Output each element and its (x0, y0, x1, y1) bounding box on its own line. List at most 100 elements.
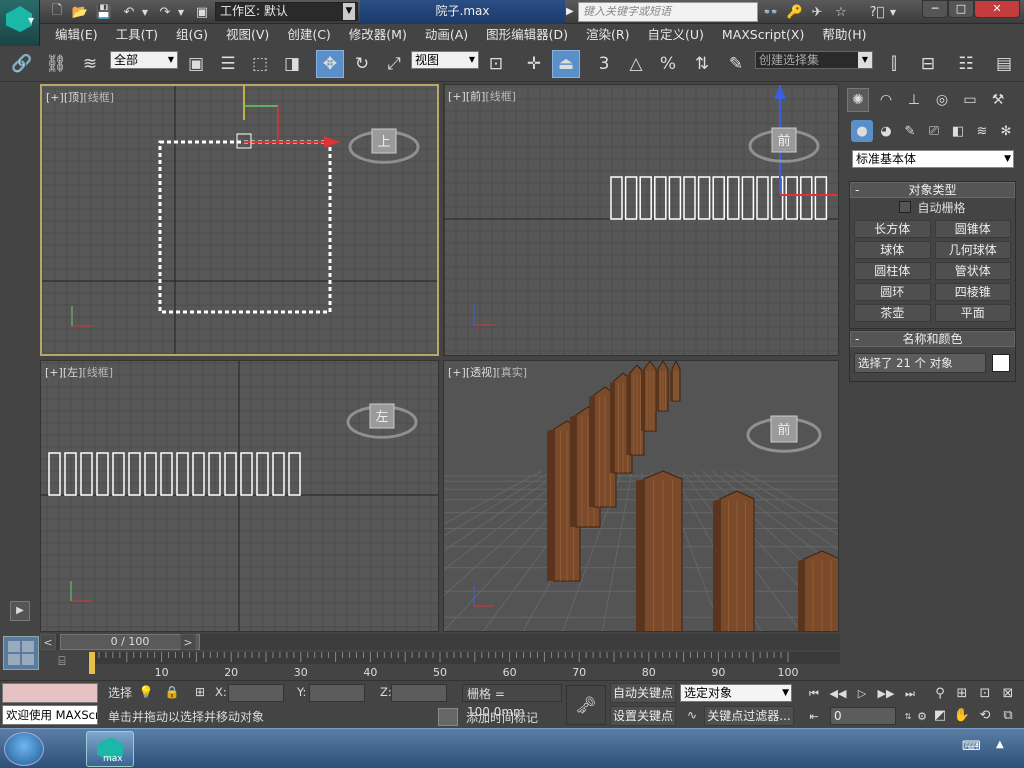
window-crossing-icon[interactable]: ◨ (278, 50, 306, 78)
cameras-icon[interactable]: ⎚ (923, 120, 945, 142)
mirror-icon[interactable]: ⫿ (880, 50, 908, 78)
keyboard-icon[interactable]: ⌨ (962, 739, 981, 754)
close-button[interactable]: ✕ (974, 0, 1020, 18)
viewport-plus-menu[interactable]: [+] (46, 91, 64, 104)
viewport-front[interactable]: 前 [+][前][线框] (443, 84, 839, 356)
geometry-icon[interactable]: ● (851, 120, 873, 142)
reference-coordinate-select[interactable]: 视图 ▼ (411, 51, 479, 69)
autogrid-checkbox[interactable]: 自动栅格 (850, 198, 1015, 216)
menu-maxscript[interactable]: MAXScript(X) (713, 24, 813, 46)
open-file-icon[interactable]: 📂 (71, 3, 89, 21)
keyboard-shortcut-override-icon[interactable]: ⏏ (552, 50, 580, 78)
help-icon[interactable]: ?⃝ (866, 3, 888, 21)
menu-tools[interactable]: 工具(T) (107, 24, 167, 46)
shapes-icon[interactable]: ◕ (875, 120, 897, 142)
teapot-button[interactable]: 茶壶 (854, 304, 931, 322)
workspace-select[interactable]: 工作区: 默认 ▼ (215, 2, 358, 21)
save-icon[interactable]: 💾 (95, 3, 113, 21)
viewport-plus-menu[interactable]: [+] (448, 90, 466, 103)
current-frame-field[interactable]: 0 (830, 707, 896, 725)
menu-views[interactable]: 视图(V) (217, 24, 278, 46)
graphite-ribbon-icon[interactable]: ▤ (990, 50, 1018, 78)
cylinder-button[interactable]: 圆柱体 (854, 262, 931, 280)
rectangular-selection-icon[interactable]: ⬚ (246, 50, 274, 78)
time-prev-icon[interactable]: < (40, 634, 56, 650)
play-icon[interactable]: ▷ (852, 684, 872, 704)
communication-center-icon[interactable]: ✈ (808, 3, 826, 21)
time-next-icon[interactable]: > (180, 634, 196, 650)
select-and-rotate-icon[interactable]: ↻ (348, 50, 376, 78)
percent-snap-icon[interactable]: % (654, 50, 682, 78)
undo-dropdown-icon[interactable]: ▼ (140, 3, 150, 21)
help-dropdown-icon[interactable]: ▼ (888, 3, 898, 21)
select-object-icon[interactable]: ▣ (182, 50, 210, 78)
viewport-layout-icon[interactable] (3, 636, 39, 670)
hierarchy-tab-icon[interactable]: ⊥ (903, 88, 925, 112)
taskbar-3dsmax-button[interactable]: max (86, 731, 134, 767)
viewport-label[interactable]: [+][左][线框] (45, 364, 113, 380)
viewport-pov-menu[interactable]: [透视] (466, 366, 497, 379)
menu-customize[interactable]: 自定义(U) (639, 24, 713, 46)
search-expand-icon[interactable]: ▶ (566, 3, 578, 21)
cone-button[interactable]: 圆锥体 (934, 220, 1011, 238)
manipulate-icon[interactable]: ✛ (520, 50, 548, 78)
search-input[interactable]: 键入关键字或短语 (578, 2, 758, 22)
zoom-extents-all-icon[interactable]: ⊠ (998, 684, 1018, 704)
viewport-shading-menu[interactable]: [线框] (485, 90, 516, 103)
menu-group[interactable]: 组(G) (167, 24, 217, 46)
pivot-center-icon[interactable]: ⊡ (482, 50, 510, 78)
project-folder-icon[interactable]: ▣ (193, 3, 211, 21)
layer-manager-icon[interactable]: ☷ (952, 50, 980, 78)
menu-help[interactable]: 帮助(H) (813, 24, 875, 46)
auto-key-button[interactable]: 自动关键点 (610, 683, 676, 703)
tube-button[interactable]: 管状体 (934, 262, 1011, 280)
named-selection-sets-select[interactable]: 创建选择集 ▼ (755, 51, 873, 69)
align-icon[interactable]: ⊟ (914, 50, 942, 78)
tray-arrow-icon[interactable]: ▲ (996, 739, 1004, 750)
sphere-button[interactable]: 球体 (854, 241, 931, 259)
systems-icon[interactable]: ✻ (995, 120, 1017, 142)
select-and-scale-icon[interactable]: ⤢ (380, 50, 408, 78)
helpers-icon[interactable]: ◧ (947, 120, 969, 142)
redo-icon[interactable]: ↷ (156, 3, 174, 21)
maximize-button[interactable]: □ (948, 0, 974, 18)
maximize-viewport-icon[interactable]: ⧉ (998, 706, 1018, 726)
key-icon[interactable]: 🔑 (786, 3, 804, 21)
menu-create[interactable]: 创建(C) (278, 24, 339, 46)
zoom-extents-icon[interactable]: ⊡ (975, 684, 995, 704)
expand-panel-icon[interactable]: ▶ (10, 601, 30, 621)
link-icon[interactable]: 🔗 (8, 50, 36, 78)
viewport-label[interactable]: [+][透视][真实] (448, 364, 527, 380)
primitive-type-select[interactable]: 标准基本体 ▼ (852, 150, 1014, 168)
snaps-toggle-icon[interactable]: 3 (590, 50, 618, 78)
zoom-all-icon[interactable]: ⊞ (952, 684, 972, 704)
set-key-mode-icon[interactable]: 🗝 (566, 685, 606, 725)
previous-frame-icon[interactable]: ◀◀ (828, 684, 848, 704)
viewport-label[interactable]: [+][顶][线框] (46, 89, 114, 105)
zoom-icon[interactable]: ⚲ (930, 684, 950, 704)
bind-space-warp-icon[interactable]: ≋ (76, 50, 104, 78)
selection-filter-select[interactable]: 全部 ▼ (110, 51, 178, 69)
viewport-plus-menu[interactable]: [+] (448, 366, 466, 379)
viewport-plus-menu[interactable]: [+] (45, 366, 63, 379)
start-button[interactable] (4, 732, 44, 766)
goto-end-icon[interactable]: ⏭ (900, 684, 920, 704)
menu-edit[interactable]: 编辑(E) (46, 24, 107, 46)
viewport-shading-menu[interactable]: [真实] (496, 366, 527, 379)
key-filters-button[interactable]: 关键点过滤器... (704, 706, 794, 726)
name-color-header[interactable]: - 名称和颜色 (850, 331, 1015, 347)
next-frame-icon[interactable]: ▶▶ (876, 684, 896, 704)
angle-snap-icon[interactable]: △ (622, 50, 650, 78)
goto-start-icon[interactable]: ⏮ (804, 684, 824, 704)
redo-dropdown-icon[interactable]: ▼ (176, 3, 186, 21)
binoculars-icon[interactable]: 👓 (762, 3, 780, 21)
display-tab-icon[interactable]: ▭ (959, 88, 981, 112)
maxscript-listener-pink[interactable] (2, 683, 98, 703)
favorites-star-icon[interactable]: ☆ (832, 3, 850, 21)
y-coordinate-field[interactable] (309, 684, 365, 702)
motion-tab-icon[interactable]: ◎ (931, 88, 953, 112)
time-slider-thumb[interactable]: 0 / 100 (60, 634, 200, 650)
time-tag-icon[interactable] (438, 708, 458, 726)
viewport-shading-menu[interactable]: [线框] (83, 91, 114, 104)
new-file-icon[interactable]: 🗋 (48, 3, 66, 21)
